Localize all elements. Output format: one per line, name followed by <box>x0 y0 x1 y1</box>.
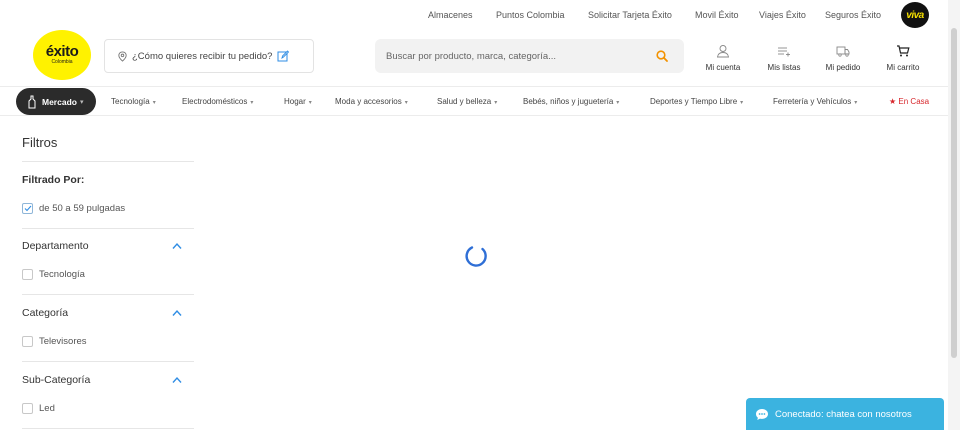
chevron-down-icon: ▾ <box>308 100 312 106</box>
util-link-seguros-exito[interactable]: Seguros Éxito <box>825 10 881 20</box>
category-item[interactable]: Ferretería y Vehículos ▾ <box>773 97 857 106</box>
util-link-puntos-colombia[interactable]: Puntos Colombia <box>496 10 565 20</box>
category-item[interactable]: Hogar ▾ <box>284 97 312 106</box>
search-icon[interactable] <box>656 50 668 62</box>
categories-bar: Mercado ▾ Tecnología ▾ Electrodomésticos ▾… <box>0 86 948 116</box>
category-item[interactable]: Electrodomésticos ▾ <box>182 97 253 106</box>
location-pin-icon <box>118 50 127 62</box>
chevron-down-icon: ▾ <box>616 100 620 106</box>
checkbox[interactable] <box>22 269 33 280</box>
category-item[interactable]: Salud y belleza ▾ <box>437 97 497 106</box>
star-icon: ★ <box>889 97 899 106</box>
category-item[interactable]: Deportes y Tiempo Libre ▾ <box>650 97 743 106</box>
divider <box>22 361 194 362</box>
util-link-tarjeta-exito[interactable]: Solicitar Tarjeta Éxito <box>588 10 672 20</box>
checkbox[interactable] <box>22 403 33 414</box>
divider <box>22 161 194 162</box>
chevron-down-icon: ▾ <box>250 100 254 106</box>
viva-logo[interactable]: viva <box>901 2 929 28</box>
exito-logo[interactable]: éxito Colombia <box>33 30 91 80</box>
bottle-icon <box>28 95 36 108</box>
category-item[interactable]: Bebés, niños y juguetería ▾ <box>523 97 619 106</box>
chat-button[interactable]: Conectado: chatea con nosotros <box>746 398 944 430</box>
search-bar <box>375 39 684 73</box>
filter-option-tecnologia[interactable]: Tecnología <box>22 269 85 280</box>
chevron-down-icon: ▾ <box>152 100 156 106</box>
divider <box>22 228 194 229</box>
section-title-departamento: Departamento <box>22 240 89 252</box>
truck-icon <box>836 46 850 57</box>
filters-title: Filtros <box>22 135 58 150</box>
filter-option-televisores[interactable]: Televisores <box>22 336 87 347</box>
utility-bar: Almacenes Puntos Colombia Solicitar Tarj… <box>0 0 960 30</box>
section-title-sub-categoria: Sub-Categoría <box>22 374 91 386</box>
active-filter-option[interactable]: de 50 a 59 pulgadas <box>22 203 125 214</box>
chevron-down-icon: ▾ <box>854 100 858 106</box>
my-account-button[interactable]: Mi cuenta <box>693 44 753 72</box>
section-title-categoria: Categoría <box>22 307 69 319</box>
chevron-down-icon: ▾ <box>79 98 84 106</box>
chevron-up-icon[interactable] <box>172 376 182 384</box>
chat-bubble-icon <box>756 408 768 420</box>
cart-icon <box>897 45 910 57</box>
search-input[interactable] <box>375 50 635 62</box>
chevron-down-icon: ▾ <box>404 100 408 106</box>
filtered-by-title: Filtrado Por: <box>22 174 85 186</box>
category-item[interactable]: Moda y accesorios ▾ <box>335 97 408 106</box>
my-cart-button[interactable]: Mi carrito <box>873 44 933 72</box>
en-casa-link[interactable]: ★ En Casa <box>889 97 929 106</box>
divider <box>22 294 194 295</box>
edit-icon[interactable] <box>277 50 290 62</box>
check-icon <box>24 205 31 212</box>
chevron-down-icon: ▾ <box>740 100 744 106</box>
filter-option-led[interactable]: Led <box>22 403 55 414</box>
util-link-almacenes[interactable]: Almacenes <box>428 10 473 20</box>
util-link-viajes-exito[interactable]: Viajes Éxito <box>759 10 806 20</box>
user-icon <box>716 45 730 58</box>
util-link-movil-exito[interactable]: Movil Éxito <box>695 10 739 20</box>
chevron-up-icon[interactable] <box>172 309 182 317</box>
my-order-button[interactable]: Mi pedido <box>813 44 873 72</box>
scrollbar-thumb[interactable] <box>951 28 957 358</box>
checkbox-checked[interactable] <box>22 203 33 214</box>
chevron-down-icon: ▾ <box>494 100 498 106</box>
delivery-selector[interactable]: ¿Cómo quieres recibir tu pedido? <box>104 39 314 73</box>
divider <box>22 428 194 429</box>
chevron-up-icon[interactable] <box>172 242 182 250</box>
list-icon <box>778 47 790 57</box>
mercado-button[interactable]: Mercado ▾ <box>16 88 96 115</box>
checkbox[interactable] <box>22 336 33 347</box>
my-lists-button[interactable]: Mis listas <box>754 44 814 72</box>
loading-spinner-icon <box>465 246 487 267</box>
category-item[interactable]: Tecnología ▾ <box>111 97 156 106</box>
delivery-text: ¿Cómo quieres recibir tu pedido? <box>132 50 273 62</box>
